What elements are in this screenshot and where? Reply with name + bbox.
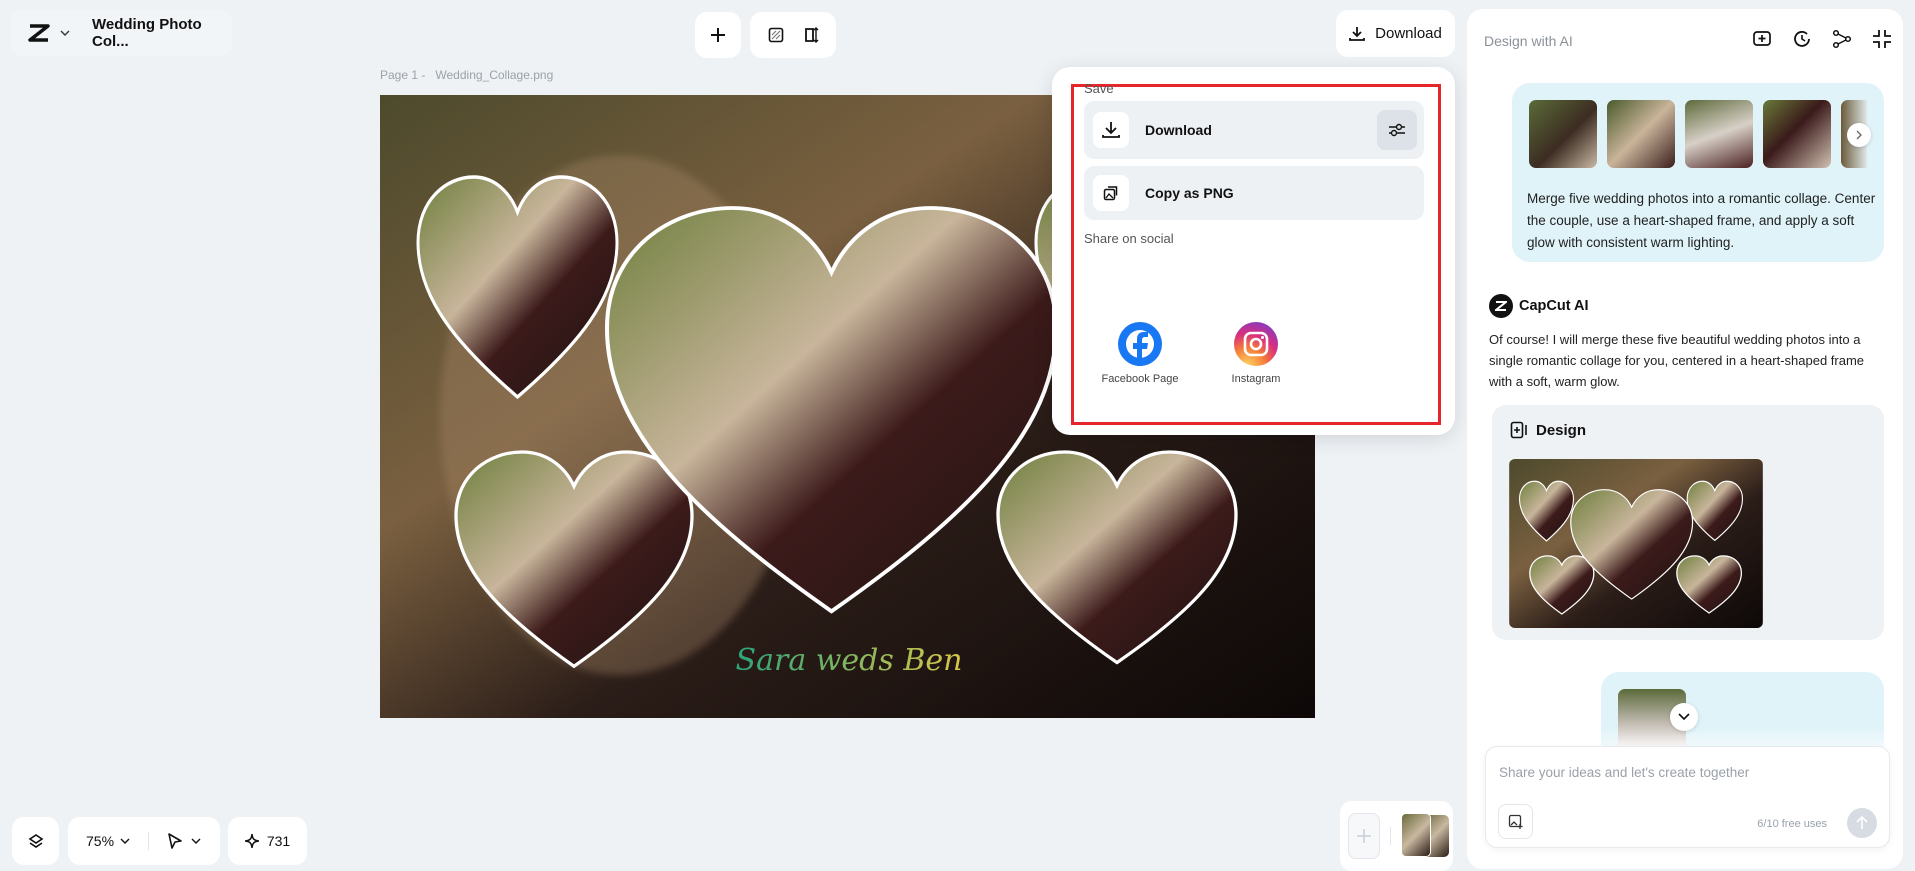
copy-option-label: Copy as PNG [1145, 185, 1234, 201]
pointer-icon[interactable] [167, 832, 183, 850]
layers-icon [28, 833, 44, 849]
user-message: Merge five wedding photos into a romanti… [1512, 83, 1884, 262]
download-label: Download [1375, 25, 1442, 42]
download-icon [1093, 112, 1129, 148]
facebook-label: Facebook Page [1101, 373, 1179, 385]
copy-image-icon [1093, 175, 1129, 211]
plus-icon [1357, 829, 1371, 843]
arrow-up-icon [1856, 816, 1868, 830]
add-page-button[interactable] [1348, 813, 1380, 859]
settings-sliders-icon[interactable] [1377, 110, 1417, 150]
download-button[interactable]: Download [1336, 10, 1455, 57]
facebook-icon [1118, 322, 1162, 366]
free-uses-count: 6/10 free uses [1757, 818, 1827, 830]
download-option[interactable]: Download [1084, 101, 1424, 159]
instagram-label: Instagram [1231, 373, 1281, 385]
attached-photo[interactable] [1607, 100, 1675, 168]
ai-panel: Design with AI Merge five wedding photos… [1467, 9, 1903, 869]
design-card[interactable]: Design [1492, 405, 1884, 640]
page-number: Page 1 - [380, 68, 426, 82]
upload-image-button[interactable] [1498, 804, 1533, 839]
assistant-reply: Of course! I will merge these five beaut… [1489, 332, 1865, 389]
divider [1390, 827, 1391, 845]
new-chat-icon[interactable] [1752, 29, 1772, 49]
resize-icon[interactable] [803, 26, 819, 44]
chevron-down-icon[interactable] [120, 838, 130, 844]
download-option-label: Download [1145, 122, 1212, 138]
chevron-down-icon[interactable] [191, 838, 201, 844]
collapse-icon[interactable] [1872, 29, 1892, 49]
download-menu: Save Download Copy as PNG Share on socia… [1052, 67, 1455, 435]
assistant-name: CapCut AI [1519, 298, 1589, 314]
prompt-placeholder: Share your ideas and let's create togeth… [1499, 765, 1750, 780]
page-label: Page 1 - Wedding_Collage.png [380, 68, 553, 82]
save-heading: Save [1084, 81, 1114, 96]
divider [148, 832, 150, 850]
chevron-down-icon [1678, 713, 1690, 721]
share-icon[interactable] [1832, 29, 1852, 49]
scroll-down-button[interactable] [1670, 703, 1698, 731]
add-image-icon [1508, 814, 1524, 830]
project-title[interactable]: Wedding Photo Col... [92, 16, 232, 50]
design-preview[interactable] [1509, 459, 1763, 628]
panel-title: Design with AI [1484, 33, 1573, 49]
assistant-header: CapCut AI [1489, 294, 1589, 318]
attached-photo[interactable] [1529, 100, 1597, 168]
project-menu[interactable]: Wedding Photo Col... [10, 10, 232, 56]
attached-photo[interactable] [1763, 100, 1831, 168]
capcut-ai-avatar-icon [1489, 294, 1513, 318]
copy-as-png-option[interactable]: Copy as PNG [1084, 166, 1424, 220]
add-page-button[interactable] [695, 12, 741, 58]
user-prompt-text: Merge five wedding photos into a romanti… [1527, 191, 1876, 250]
credits-count: 731 [266, 833, 291, 849]
canvas-tools [750, 12, 836, 58]
plus-icon [710, 27, 726, 43]
share-facebook-button[interactable]: Facebook Page [1100, 322, 1180, 386]
send-button[interactable] [1847, 808, 1877, 838]
credits-button[interactable]: 731 [228, 817, 307, 865]
capcut-logo-icon [28, 24, 50, 42]
attached-photo[interactable] [1685, 100, 1753, 168]
share-heading: Share on social [1084, 231, 1174, 246]
instagram-icon [1234, 322, 1278, 366]
page-thumbnail[interactable] [1401, 813, 1453, 859]
layers-button[interactable] [12, 817, 59, 865]
file-name[interactable]: Wedding_Collage.png [435, 68, 553, 82]
chevron-down-icon[interactable] [60, 30, 70, 36]
background-icon[interactable] [768, 27, 784, 43]
zoom-level[interactable]: 75% [86, 833, 114, 849]
design-icon [1510, 421, 1528, 439]
chevron-right-icon[interactable] [1847, 123, 1871, 147]
sparkle-icon [244, 834, 259, 848]
share-instagram-button[interactable]: Instagram [1216, 322, 1296, 386]
download-icon [1349, 26, 1366, 42]
design-card-title: Design [1536, 421, 1587, 439]
history-icon[interactable] [1792, 29, 1812, 49]
caption-text[interactable]: Sara weds Ben [736, 643, 963, 678]
pages-strip [1340, 801, 1453, 871]
zoom-and-pointer-controls: 75% [68, 817, 220, 865]
prompt-input[interactable]: Share your ideas and let's create togeth… [1485, 746, 1890, 848]
